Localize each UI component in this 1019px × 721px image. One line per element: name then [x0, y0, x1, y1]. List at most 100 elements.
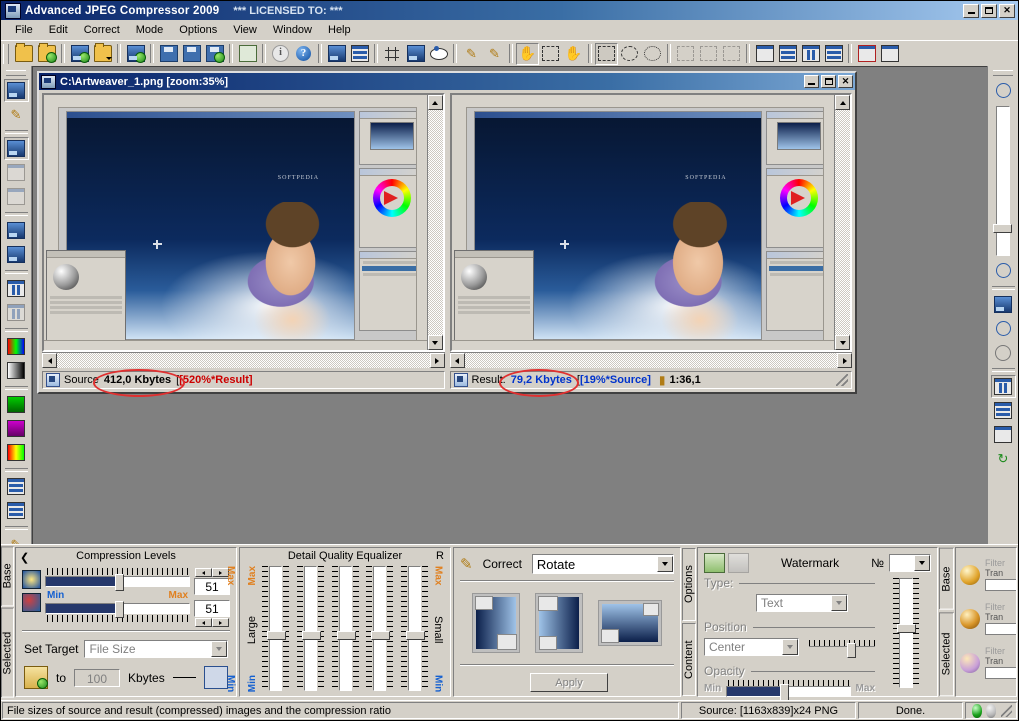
child-maximize-button[interactable]: [821, 75, 836, 88]
tab-base-left[interactable]: Base: [1, 546, 14, 607]
zoom-in-icon[interactable]: [991, 79, 1016, 102]
menu-options[interactable]: Options: [171, 22, 225, 38]
histogram-dotted-icon[interactable]: [4, 301, 29, 324]
batch-process-icon[interactable]: [124, 43, 147, 65]
drag-tool-icon[interactable]: ✋: [562, 43, 585, 65]
apply-button[interactable]: Apply: [530, 673, 608, 692]
layout-stacked-icon[interactable]: [991, 399, 1016, 422]
maximize-button[interactable]: [981, 3, 997, 18]
menu-mode[interactable]: Mode: [128, 22, 172, 38]
equalizer-slider-5[interactable]: [401, 566, 428, 691]
menu-correct[interactable]: Correct: [76, 22, 128, 38]
sphere-amber-icon[interactable]: [960, 608, 980, 629]
result-view-icon[interactable]: [3, 137, 29, 160]
watermark-opacity-slider[interactable]: [726, 680, 851, 701]
actual-size-icon[interactable]: [991, 293, 1016, 316]
zoom-result-icon[interactable]: [4, 243, 29, 266]
watermark-type-combo[interactable]: Text: [756, 594, 848, 612]
result-image-view[interactable]: SOFTPEDIA: [449, 93, 852, 352]
source-scroll-left-button[interactable]: [42, 353, 57, 368]
source-scroll-up-button[interactable]: [427, 95, 443, 110]
chrominance-icon[interactable]: [22, 593, 41, 612]
tab-watermark-content[interactable]: Content: [682, 623, 696, 696]
sphere-violet-icon[interactable]: [960, 652, 980, 673]
result-scroll-up-button[interactable]: [835, 95, 850, 110]
source-vertical-scrollbar[interactable]: [426, 95, 443, 350]
magic-wand-icon[interactable]: ✎: [460, 555, 473, 573]
result-scroll-down-button[interactable]: [835, 335, 850, 350]
save-result-icon[interactable]: [157, 43, 180, 65]
pan-tool-icon[interactable]: ✋: [516, 42, 539, 65]
tab-watermark-options[interactable]: Options: [682, 548, 696, 621]
palette-reduce-icon[interactable]: [4, 417, 29, 440]
result-image-canvas[interactable]: SOFTPEDIA: [451, 95, 834, 350]
source-scroll-down-button[interactable]: [427, 335, 443, 350]
watermark-position-slider[interactable]: [809, 639, 875, 658]
child-minimize-button[interactable]: [804, 75, 819, 88]
compression-slider-2[interactable]: [45, 601, 190, 618]
crop-icon[interactable]: [381, 43, 404, 65]
copy-selection-icon[interactable]: [697, 43, 720, 65]
image-info-icon[interactable]: i: [269, 43, 292, 65]
status-resize-grip[interactable]: [1001, 704, 1012, 717]
zoom-100-icon[interactable]: [991, 317, 1016, 340]
source-scroll-right-button[interactable]: [429, 353, 445, 368]
watermark-scale-slider[interactable]: [889, 578, 923, 688]
lasso-select-tool-icon[interactable]: [641, 43, 664, 65]
sphere-gold-icon[interactable]: [960, 564, 980, 585]
collapse-left-icon[interactable]: ❮: [20, 551, 29, 564]
tab-selected-right[interactable]: Selected: [939, 611, 954, 696]
tile-vertical-icon[interactable]: [799, 43, 822, 65]
toolbar-grip[interactable]: [3, 43, 9, 64]
menu-help[interactable]: Help: [320, 22, 359, 38]
close-window-icon[interactable]: [855, 43, 878, 65]
menu-view[interactable]: View: [225, 22, 265, 38]
resize-grip[interactable]: [836, 374, 848, 386]
resize-icon[interactable]: [404, 43, 427, 65]
zoom-source-icon[interactable]: [4, 219, 29, 242]
rotate-none-thumbnail[interactable]: [598, 600, 663, 646]
zoom-slider[interactable]: [992, 106, 1012, 256]
tab-selected-left[interactable]: Selected: [1, 608, 14, 698]
palette-icon[interactable]: [4, 393, 29, 416]
menu-file[interactable]: File: [7, 22, 41, 38]
zoom-select-tool-icon[interactable]: [539, 43, 562, 65]
tab-base-right[interactable]: Base: [939, 548, 954, 610]
remove-watermark-icon[interactable]: [728, 553, 749, 573]
rotate-left-thumbnail[interactable]: [471, 593, 520, 653]
cut-selection-icon[interactable]: [674, 43, 697, 65]
layout-single-icon[interactable]: [991, 423, 1016, 446]
sync-views-icon[interactable]: ↻: [991, 447, 1016, 470]
edit-image-icon[interactable]: ✎: [460, 43, 483, 65]
result-scroll-right-button[interactable]: [837, 353, 852, 368]
add-watermark-icon[interactable]: [704, 553, 725, 573]
view-mode-icon[interactable]: [427, 43, 450, 65]
menu-edit[interactable]: Edit: [41, 22, 76, 38]
equalizer-slider-3[interactable]: [331, 566, 359, 691]
right-toolbar-grip[interactable]: [993, 70, 1013, 76]
help-icon[interactable]: ?: [292, 43, 315, 65]
child-close-button[interactable]: ✕: [838, 75, 853, 88]
luminance-icon[interactable]: [22, 570, 41, 589]
rotate-right-thumbnail[interactable]: [534, 593, 583, 653]
open-image-preview-icon[interactable]: [35, 43, 58, 65]
source-horizontal-scrollbar[interactable]: [42, 352, 445, 368]
equalizer-slider-2[interactable]: [296, 566, 324, 691]
fit-to-window-icon[interactable]: [991, 341, 1016, 364]
histogram-icon[interactable]: [4, 277, 29, 300]
result-scroll-left-button[interactable]: [449, 353, 465, 368]
watermark-number-combo[interactable]: [888, 554, 931, 572]
grayscale-icon[interactable]: [4, 359, 29, 382]
layout-side-by-side-icon[interactable]: [990, 375, 1016, 398]
minimize-button[interactable]: [963, 3, 979, 18]
split-view-icon[interactable]: [4, 161, 29, 184]
clear-selection-icon[interactable]: [720, 43, 743, 65]
minimize-window-icon[interactable]: [878, 43, 901, 65]
metadata-icon[interactable]: [4, 475, 29, 498]
send-mail-icon[interactable]: [236, 43, 259, 65]
open-image-icon[interactable]: [12, 43, 35, 65]
tile-rows-icon[interactable]: [822, 43, 845, 65]
save-web-icon[interactable]: [203, 43, 226, 65]
gradient-icon[interactable]: [4, 441, 29, 464]
preview-result-icon[interactable]: [348, 43, 371, 65]
